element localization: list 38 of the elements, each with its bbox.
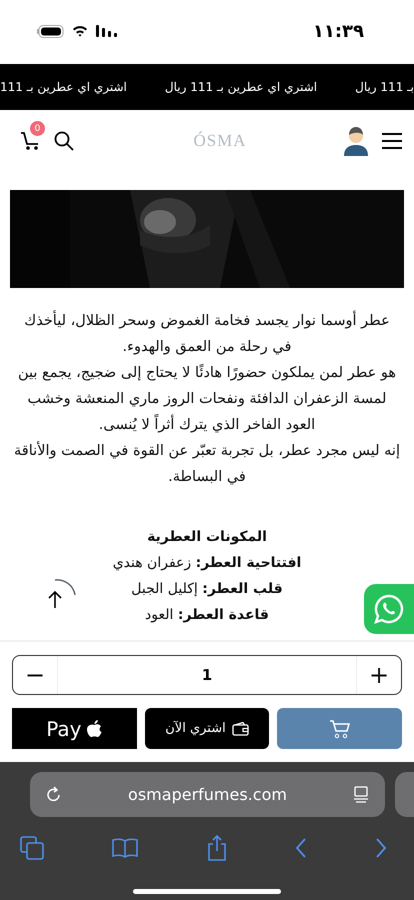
ingredient-note: افتتاحية العطر: زعفران هندي xyxy=(112,554,302,573)
ingredient-note: قاعدة العطر: العود xyxy=(145,606,269,625)
add-to-cart-button[interactable] xyxy=(277,708,402,749)
wallet-icon xyxy=(232,722,249,736)
chat-phone-icon xyxy=(373,593,405,625)
menu-icon[interactable] xyxy=(382,133,402,149)
share-icon[interactable] xyxy=(206,835,226,861)
apple-icon xyxy=(87,720,102,738)
quantity-value[interactable]: 1 xyxy=(58,666,356,684)
ingredient-note: قلب العطر: إكليل الجبل xyxy=(131,580,283,599)
avatar-icon[interactable] xyxy=(342,126,370,156)
reader-icon[interactable] xyxy=(352,786,369,804)
promo-text: اشتري اي عطرين بـ 111 ريال xyxy=(164,80,318,94)
buy-now-button[interactable]: اشتري الآن xyxy=(144,708,270,749)
address-bar[interactable]: osmaperfumes.com xyxy=(30,772,385,817)
reload-icon[interactable] xyxy=(46,786,62,804)
decrease-button[interactable]: − xyxy=(13,656,58,694)
description-paragraph: إنه ليس مجرد عطر، بل تجربة تعبّر عن القوة في الصمت والأناقة في البساطة. xyxy=(14,440,400,487)
description-paragraph: عطر أوسما نوار يجسد فخامة الغموض وسحر الظلال، ليأخذك في رحلة من العمق والهدوء. xyxy=(14,308,400,360)
increase-button[interactable]: + xyxy=(356,656,401,694)
promo-text: اشتري اي عطرين بـ 111 xyxy=(0,80,127,94)
tabs-icon[interactable] xyxy=(20,836,44,860)
description-paragraph: هو عطر لمن يملكون حضورًا هادئًا لا يحتاج إلى ضجيج، يجمع بين لمسة الزعفران الدافئة ونفحات الروز ماري المنعشة وخشب العود الفاخر الذي يترك أثراً لا يُنسى. xyxy=(16,363,397,435)
apple-pay-button[interactable]: Pay xyxy=(12,708,137,749)
cart-count-badge: 0 xyxy=(30,121,45,136)
promo-text: بـ 111 ريال xyxy=(355,80,414,94)
battery-icon xyxy=(37,24,64,38)
signal-icon xyxy=(96,25,117,37)
whatsapp-button[interactable] xyxy=(364,584,414,634)
status-time: ١١:٣٩ xyxy=(312,20,364,42)
book-icon[interactable] xyxy=(112,838,138,858)
cart-icon xyxy=(328,718,351,740)
ingredients-title: المكونات العطرية xyxy=(147,528,267,547)
back-icon[interactable] xyxy=(294,837,307,859)
url-text: osmaperfumes.com xyxy=(128,785,287,804)
search-icon[interactable] xyxy=(54,131,74,151)
forward-icon[interactable] xyxy=(375,837,387,859)
wifi-icon xyxy=(72,25,88,37)
